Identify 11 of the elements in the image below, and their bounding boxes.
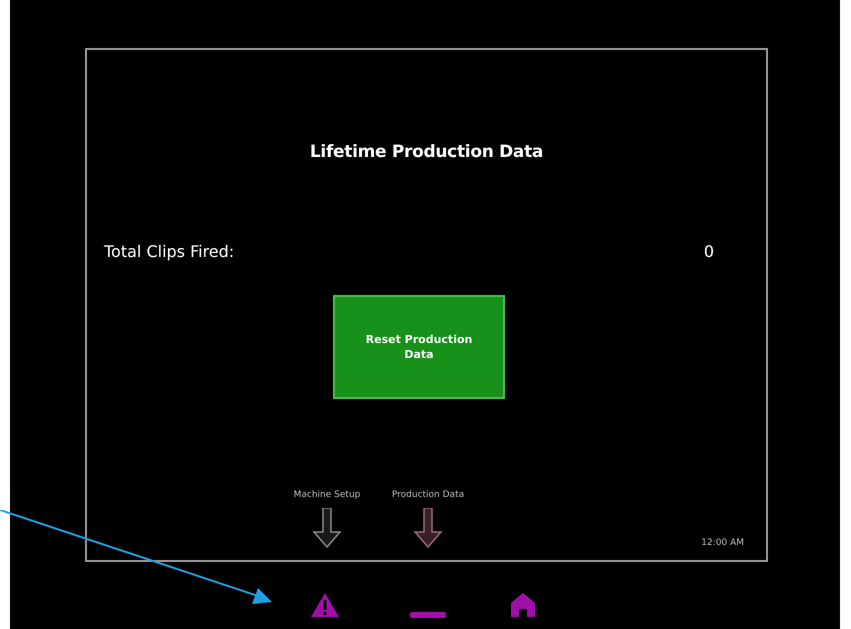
down-arrow-icon[interactable]: [312, 508, 342, 548]
screen-title: Lifetime Production Data: [308, 142, 544, 162]
nav-label: Production Data: [392, 490, 464, 502]
warning-icon[interactable]: [310, 592, 340, 618]
clock-time: 12:00 AM: [701, 538, 744, 548]
nav-label: Machine Setup: [294, 490, 360, 502]
row-value: 0: [704, 242, 714, 261]
down-arrow-icon[interactable]: [413, 508, 443, 548]
reset-button[interactable]: Reset Production Data: [333, 295, 505, 399]
home-icon[interactable]: [510, 592, 536, 618]
row-label: Total Clips Fired:: [104, 242, 234, 261]
